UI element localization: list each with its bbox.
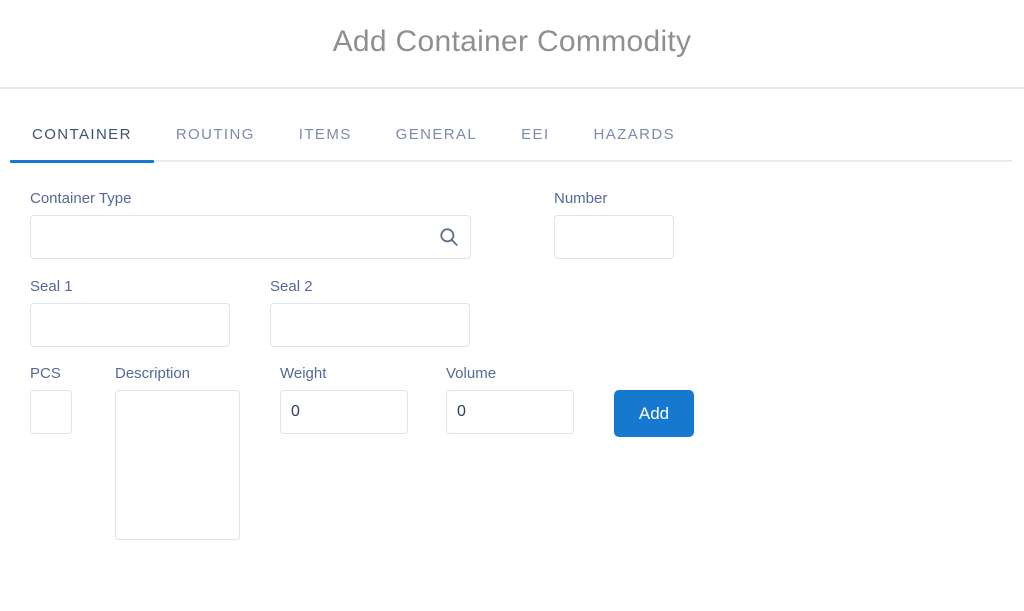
seal-2-input[interactable] [270,303,470,347]
tab-bar: CONTAINER ROUTING ITEMS GENERAL EEI HAZA… [0,89,1024,179]
tab-container[interactable]: CONTAINER [10,106,154,163]
container-type-label: Container Type [30,190,132,207]
field-group-seal-2: Seal 2 [270,279,470,347]
field-group-weight: Weight [280,366,408,434]
field-group-volume: Volume [446,366,574,434]
description-label: Description [115,365,191,382]
seal-2-label: Seal 2 [270,278,313,295]
tab-items[interactable]: ITEMS [299,106,352,162]
container-type-search-wrap [30,215,471,259]
pcs-input[interactable] [30,390,72,434]
field-group-description: Description [115,366,240,540]
field-group-seal-1: Seal 1 [30,279,230,347]
pcs-label: PCS [30,365,61,382]
weight-label: Weight [280,365,327,382]
number-label: Number [554,190,608,207]
seal-1-label: Seal 1 [30,278,73,295]
tab-general[interactable]: GENERAL [396,106,478,162]
page-title: Add Container Commodity [332,24,692,58]
weight-input[interactable] [280,390,408,434]
volume-label: Volume [446,365,497,382]
field-group-add: Add [614,366,694,437]
container-form: Container Type Number Seal 1 Seal 2 PCS … [0,179,1024,540]
tab-hazards[interactable]: HAZARDS [594,106,675,162]
seal-1-input[interactable] [30,303,230,347]
form-row-seals: Seal 1 Seal 2 [30,279,1024,347]
field-group-container-type: Container Type [30,191,471,259]
form-row-container-number: Container Type Number [30,191,1024,259]
page-header: Add Container Commodity [0,0,1024,89]
tab-routing[interactable]: ROUTING [176,106,255,162]
volume-input[interactable] [446,390,574,434]
tab-eei[interactable]: EEI [521,106,549,162]
container-type-input[interactable] [30,215,471,259]
field-group-number: Number [554,191,674,259]
form-row-details: PCS Description Weight Volume Add [30,366,1024,540]
number-input[interactable] [554,215,674,259]
description-input[interactable] [115,390,240,540]
add-button[interactable]: Add [614,390,694,437]
field-group-pcs: PCS [30,366,72,434]
